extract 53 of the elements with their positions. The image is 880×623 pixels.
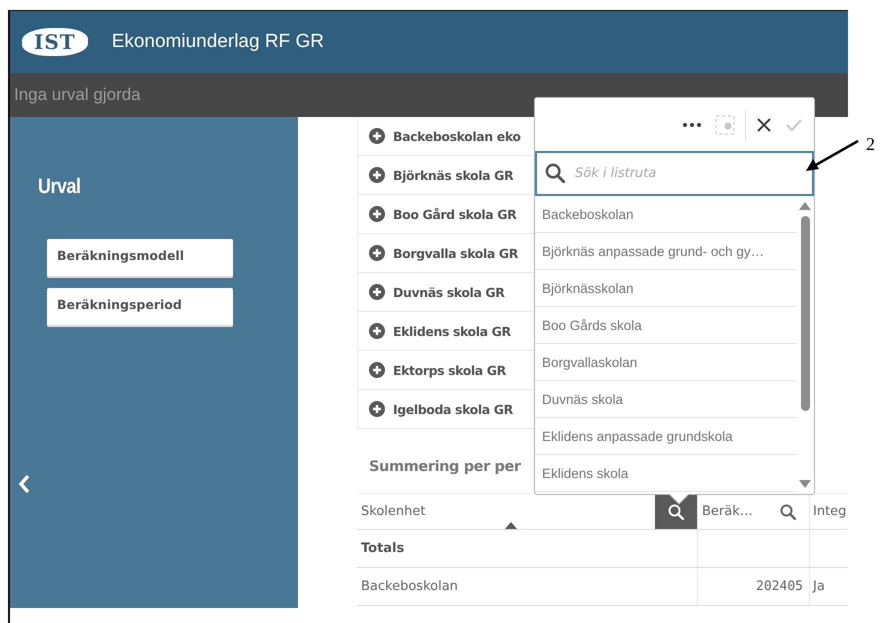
list-item[interactable]: Duvnäs skola [535,381,796,418]
school-name: Ektorps skola GR [393,362,506,378]
list-item[interactable]: Björknässkolan [535,270,796,307]
selection-status: Inga urval gjorda [13,85,141,105]
plus-icon [369,323,385,339]
column-search-button[interactable] [655,494,697,529]
table-cell: Ja [813,579,825,594]
school-name: Boo Gård skola GR [393,206,516,222]
scroll-down-icon [799,480,811,488]
list-item[interactable]: Eklidens anpassade grundskola [535,418,796,455]
plus-icon [369,128,385,144]
app-title: Ekonomiunderlag RF GR [112,31,324,53]
scroll-thumb[interactable] [800,216,810,411]
annotation-arrow [804,138,860,174]
table-cell: Totals [361,541,404,556]
list-item[interactable]: Boo Gårds skola [535,307,796,344]
column-header[interactable]: Skolenhet [361,504,426,519]
school-name: Igelboda skola GR [393,402,513,416]
list-item[interactable]: Borgvallaskolan [535,344,796,381]
school-name: Borgvalla skola GR [393,246,518,260]
search-icon [545,163,565,183]
search-icon [668,504,684,520]
plus-icon [369,206,385,222]
school-name: Björknäs skola GR [393,168,514,182]
school-name: Backeboskolan eko [393,128,521,144]
clear-selection-icon [715,114,735,134]
search-field[interactable]: Sök i listruta [535,151,814,196]
logo: IST [22,28,88,56]
filter-button[interactable]: Beräkningsmodell [47,239,233,278]
plus-icon [369,362,385,378]
chevron-left-icon[interactable] [17,473,31,495]
plus-icon [369,401,385,417]
school-name: Eklidens skola GR [393,324,511,338]
column-header[interactable]: Beräk… [702,504,753,519]
search-icon [780,504,796,520]
table-cell: 202405 [756,579,803,594]
sidebar-title: Urval [38,175,82,199]
list-item[interactable]: Eklidens skola [535,455,796,492]
school-name: Duvnäs skola GR [393,284,505,300]
column-header[interactable]: Integ [813,504,846,519]
scroll-up-icon [799,202,811,210]
plus-icon [369,167,385,183]
plus-icon [369,284,385,300]
check-icon [786,118,802,132]
more-icon [683,122,701,126]
list-item[interactable]: Backeboskolan [535,196,796,233]
plus-icon [369,245,385,261]
section-title: Summering per per [369,459,521,477]
filter-button[interactable]: Beräkningsperiod [47,288,233,327]
close-icon [756,116,772,132]
table-cell: Backeboskolan [361,579,458,594]
annotation-label: 2 [866,134,875,155]
list-item[interactable]: Björknäs anpassade grund- och gy… [535,233,796,270]
